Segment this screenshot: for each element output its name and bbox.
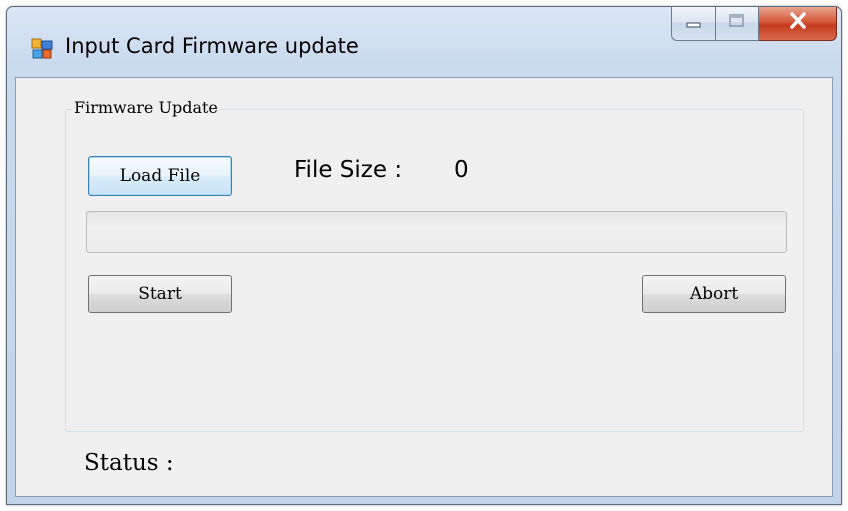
abort-button[interactable]: Abort — [642, 275, 786, 313]
file-size-label: File Size : — [294, 157, 403, 183]
maximize-icon — [728, 13, 746, 34]
close-button[interactable] — [759, 7, 837, 41]
app-window: Input Card Firmware update Firmware Upda… — [6, 6, 842, 505]
minimize-icon — [685, 14, 703, 33]
minimize-button[interactable] — [671, 7, 715, 41]
progress-bar — [86, 211, 787, 253]
status-label: Status : — [84, 450, 174, 476]
title-bar[interactable]: Input Card Firmware update — [7, 7, 841, 77]
group-legend: Firmware Update — [72, 98, 220, 117]
app-window-icon — [31, 38, 53, 60]
maximize-button[interactable] — [715, 7, 759, 41]
window-controls — [671, 7, 837, 43]
client-area: Firmware Update Load File File Size : 0 … — [15, 77, 833, 497]
close-icon — [787, 11, 809, 36]
start-button[interactable]: Start — [88, 275, 232, 313]
file-size-value: 0 — [454, 157, 469, 183]
load-file-button[interactable]: Load File — [88, 156, 232, 196]
window-title: Input Card Firmware update — [65, 34, 359, 58]
